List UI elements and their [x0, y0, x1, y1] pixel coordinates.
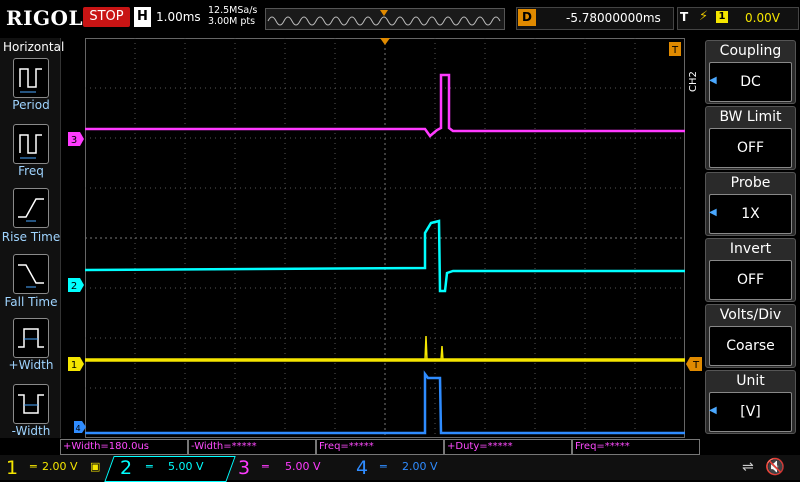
trigger-box[interactable]: [677, 7, 799, 30]
menu-title: Invert: [729, 241, 772, 257]
period-icon: [19, 68, 42, 93]
trigger-top-marker: T: [669, 42, 681, 56]
ch2-marker[interactable]: 2: [68, 278, 84, 292]
negative-width-icon: [18, 394, 44, 414]
ch4-scale: 2.00 V: [402, 460, 438, 473]
menu-value[interactable]: DC: [709, 62, 792, 102]
period-button[interactable]: [13, 58, 49, 98]
measurement-positive-duty[interactable]: +Duty=*****: [444, 439, 572, 455]
ch3-marker[interactable]: 3: [68, 132, 84, 146]
period-label: Period: [12, 98, 50, 112]
menu-arrow-icon: ◀: [709, 405, 717, 416]
run-stop-indicator[interactable]: STOP: [83, 7, 130, 27]
trigger-level: 0.00V: [745, 11, 780, 25]
svg-text:T: T: [671, 45, 679, 56]
unit-menu[interactable]: Unit [V] ◀: [705, 370, 796, 434]
rise-time-label: Rise Time: [1, 230, 61, 244]
menu-value[interactable]: 1X: [709, 194, 792, 234]
trigger-position-marker: [380, 10, 388, 16]
trigger-label: T: [680, 10, 689, 24]
measurement-positive-width[interactable]: +Width=180.0us: [60, 439, 188, 455]
ch3-coupling-icon: ═: [262, 460, 269, 473]
ch1-bw-icon: ▣: [90, 460, 101, 473]
timebase-label: H: [134, 7, 151, 27]
menu-value[interactable]: OFF: [709, 260, 792, 300]
ch3-number[interactable]: 3: [238, 457, 250, 479]
ch2-waveform: [84, 219, 685, 293]
usb-icon: ⇌: [742, 459, 754, 475]
probe-menu[interactable]: Probe 1X ◀: [705, 172, 796, 236]
measurement-negative-width[interactable]: -Width=*****: [188, 439, 316, 455]
ch2-scale: 5.00 V: [168, 460, 204, 473]
acquisition-info: 12.5MSa/s 3.00M pts: [208, 5, 257, 27]
svg-text:1: 1: [71, 360, 77, 371]
timebase-value[interactable]: 1.00ms: [156, 10, 201, 24]
measurement-freq[interactable]: Freq=*****: [316, 439, 444, 455]
menu-title: Probe: [730, 175, 771, 191]
menu-value[interactable]: OFF: [709, 128, 792, 168]
menu-title: BW Limit: [719, 109, 782, 125]
delay-label: D: [518, 9, 536, 26]
rising-edge-icon: ⚡: [699, 9, 709, 24]
ch4-number[interactable]: 4: [356, 457, 368, 479]
trigger-source-badge: 1: [716, 11, 728, 23]
positive-width-icon: [18, 328, 44, 348]
menu-arrow-icon: ◀: [709, 207, 717, 218]
speaker-muted-icon[interactable]: 🔇: [765, 457, 785, 476]
positive-width-label: +Width: [8, 358, 54, 372]
menu-title: Coupling: [719, 43, 782, 59]
positive-width-button[interactable]: [13, 318, 49, 358]
measurement-freq-2[interactable]: Freq=*****: [572, 439, 700, 455]
fall-time-button[interactable]: [13, 254, 49, 294]
coupling-menu[interactable]: Coupling DC ◀: [705, 40, 796, 104]
memory-depth: 3.00M pts: [208, 16, 256, 27]
svg-text:2: 2: [71, 281, 77, 292]
freq-icon: [19, 134, 42, 159]
trigger-time-marker: [380, 38, 390, 45]
ch1-scale: 2.00 V: [42, 460, 78, 473]
menu-arrow-icon: ◀: [709, 75, 717, 86]
svg-text:3: 3: [71, 135, 77, 146]
freq-button[interactable]: [13, 124, 49, 164]
ch3-scale: 5.00 V: [285, 460, 321, 473]
ch2-coupling-icon: ═: [146, 460, 153, 473]
fall-time-icon: [18, 264, 44, 288]
ch1-marker[interactable]: 1: [68, 357, 84, 371]
menu-value[interactable]: Coarse: [709, 326, 792, 366]
ch1-number[interactable]: 1: [6, 457, 18, 479]
panel-title: Horizontal: [3, 40, 65, 54]
waveform-display[interactable]: [84, 38, 685, 438]
ch4-marker[interactable]: 4: [74, 421, 86, 433]
negative-width-button[interactable]: [13, 384, 49, 424]
channel-menu-tag: CH2: [688, 71, 699, 92]
menu-value[interactable]: [V]: [709, 392, 792, 432]
menu-title: Volts/Div: [719, 307, 782, 323]
ch1-coupling-icon: ═: [30, 460, 37, 473]
memory-overview-waveform: [267, 10, 501, 26]
delay-value: -5.78000000ms: [566, 11, 661, 25]
trigger-level-marker[interactable]: T: [686, 357, 702, 371]
ch4-coupling-icon: ═: [380, 460, 387, 473]
fall-time-label: Fall Time: [4, 295, 58, 309]
menu-title: Unit: [736, 373, 765, 389]
waveform-grid: [84, 38, 685, 438]
freq-label: Freq: [18, 164, 44, 178]
negative-width-label: -Width: [11, 424, 51, 438]
sample-rate: 12.5MSa/s: [208, 5, 258, 16]
rise-time-icon: [18, 198, 44, 222]
ch1-glitch: [424, 335, 444, 361]
svg-text:T: T: [692, 360, 700, 371]
volts-div-menu[interactable]: Volts/Div Coarse: [705, 304, 796, 368]
bw-limit-menu[interactable]: BW Limit OFF: [705, 106, 796, 170]
rigol-logo: RIGOL: [6, 6, 84, 30]
ch2-number[interactable]: 2: [120, 457, 132, 479]
rise-time-button[interactable]: [13, 188, 49, 228]
memory-overview-strip[interactable]: [265, 8, 505, 30]
invert-menu[interactable]: Invert OFF: [705, 238, 796, 302]
svg-text:4: 4: [75, 424, 80, 433]
